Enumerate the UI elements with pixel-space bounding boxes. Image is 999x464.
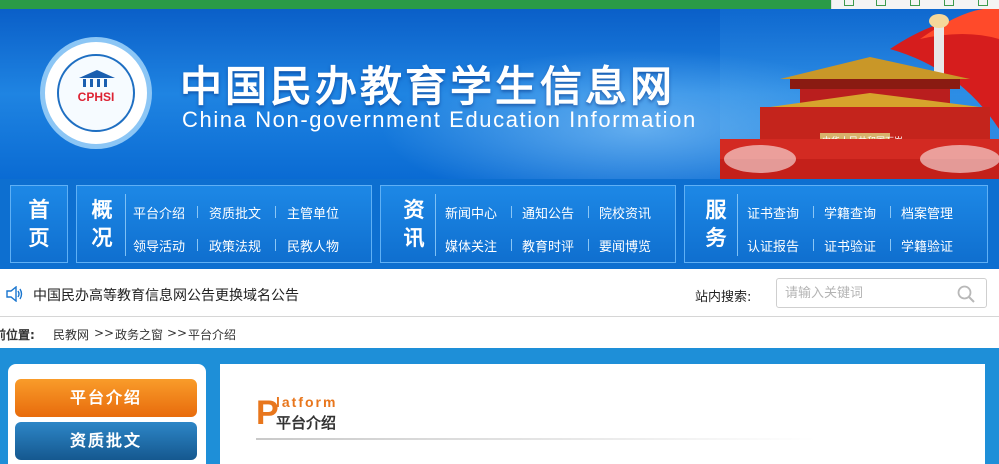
notice-link[interactable]: 中国民办高等教育信息网公告更换域名公告 [33, 285, 299, 305]
nav-link-news-center[interactable]: 新闻中心 [445, 203, 497, 222]
nav-home[interactable]: 首页 [10, 185, 68, 263]
nav-group-services: 服务 证书查询 学籍查询 档案管理 认证报告 证书验证 学籍验证 [684, 185, 988, 263]
nav-link-qualification[interactable]: 资质批文 [209, 203, 261, 222]
nav-link-policy[interactable]: 政策法规 [209, 236, 261, 255]
nav-group-overview-label[interactable]: 概况 [89, 196, 115, 252]
mail-icon[interactable] [944, 0, 954, 6]
nav-group-services-label[interactable]: 服务 [703, 196, 729, 252]
page-title-en: latform [276, 394, 338, 410]
print-icon[interactable] [910, 0, 920, 6]
search-label: 站内搜索: [695, 290, 752, 305]
nav-link-headlines[interactable]: 要闻博览 [599, 236, 651, 255]
search-icon[interactable] [957, 285, 975, 303]
nav-link-platform-intro[interactable]: 平台介绍 [133, 203, 185, 222]
site-title-en: China Non-government Education Informati… [182, 107, 697, 132]
nav-link-enrollment-query[interactable]: 学籍查询 [824, 203, 876, 222]
content-area: 平台介绍 资质批文 P latform 平台介绍 [0, 348, 999, 464]
top-bar [0, 0, 999, 9]
nav-link-people[interactable]: 民教人物 [287, 236, 339, 255]
nav-home-label[interactable]: 首页 [26, 196, 52, 252]
nav-link-school-news[interactable]: 院校资讯 [599, 203, 651, 222]
main-panel: P latform 平台介绍 [220, 364, 985, 464]
nav-link-certificate-verify[interactable]: 证书验证 [824, 236, 876, 255]
breadcrumb: 前位置: 民教网 >> 政务之窗 >> 平台介绍 [0, 318, 999, 348]
share-icon[interactable] [876, 0, 886, 6]
nav-link-auth-report[interactable]: 认证报告 [747, 236, 799, 255]
nav-link-media[interactable]: 媒体关注 [445, 236, 497, 255]
breadcrumb-home[interactable]: 民教网 [53, 326, 89, 343]
breadcrumb-sep: >> [94, 326, 115, 340]
speaker-icon [6, 286, 23, 302]
building-icon [79, 70, 115, 87]
breadcrumb-section[interactable]: 政务之窗 [115, 326, 163, 343]
settings-icon[interactable] [978, 0, 988, 6]
nav-link-notices[interactable]: 通知公告 [522, 203, 574, 222]
nav-link-certificate-query[interactable]: 证书查询 [747, 203, 799, 222]
tiananmen-illustration: 中华人民共和国万岁 [720, 9, 999, 179]
breadcrumb-sep: >> [167, 326, 188, 340]
nav-group-overview: 概况 平台介绍 资质批文 主管单位 领导活动 政策法规 民教人物 [76, 185, 372, 263]
site-title-cn: 中国民办教育学生信息网 [180, 62, 676, 111]
site-logo[interactable]: CPHSI [40, 37, 152, 149]
search-input[interactable] [776, 278, 987, 308]
main-navigation: 首页 概况 平台介绍 资质批文 主管单位 领导活动 政策法规 民教人物 资讯 新… [0, 179, 999, 269]
nav-link-leaders[interactable]: 领导活动 [133, 236, 185, 255]
sidebar-item-qualification[interactable]: 资质批文 [15, 422, 197, 460]
nav-group-news: 资讯 新闻中心 通知公告 院校资讯 媒体关注 教育时评 要闻博览 [380, 185, 676, 263]
nav-link-authority[interactable]: 主管单位 [287, 203, 339, 222]
page-title: P latform 平台介绍 [256, 392, 816, 442]
home-icon[interactable] [844, 0, 854, 6]
nav-link-commentary[interactable]: 教育时评 [522, 236, 574, 255]
nav-link-enrollment-verify[interactable]: 学籍验证 [901, 236, 953, 255]
logo-text: CPHSI [77, 90, 115, 104]
breadcrumb-current: 平台介绍 [188, 328, 237, 342]
nav-link-archives[interactable]: 档案管理 [901, 203, 953, 222]
nav-group-news-label[interactable]: 资讯 [401, 196, 427, 252]
sidebar: 平台介绍 资质批文 [8, 364, 206, 464]
breadcrumb-label: 前位置: [0, 328, 35, 342]
page-title-cn: 平台介绍 [276, 414, 337, 432]
notice-bar: 中国民办高等教育信息网公告更换域名公告 站内搜索: [0, 269, 999, 317]
title-divider [256, 438, 816, 440]
sidebar-item-platform-intro[interactable]: 平台介绍 [15, 379, 197, 417]
top-toolbar [831, 0, 999, 9]
